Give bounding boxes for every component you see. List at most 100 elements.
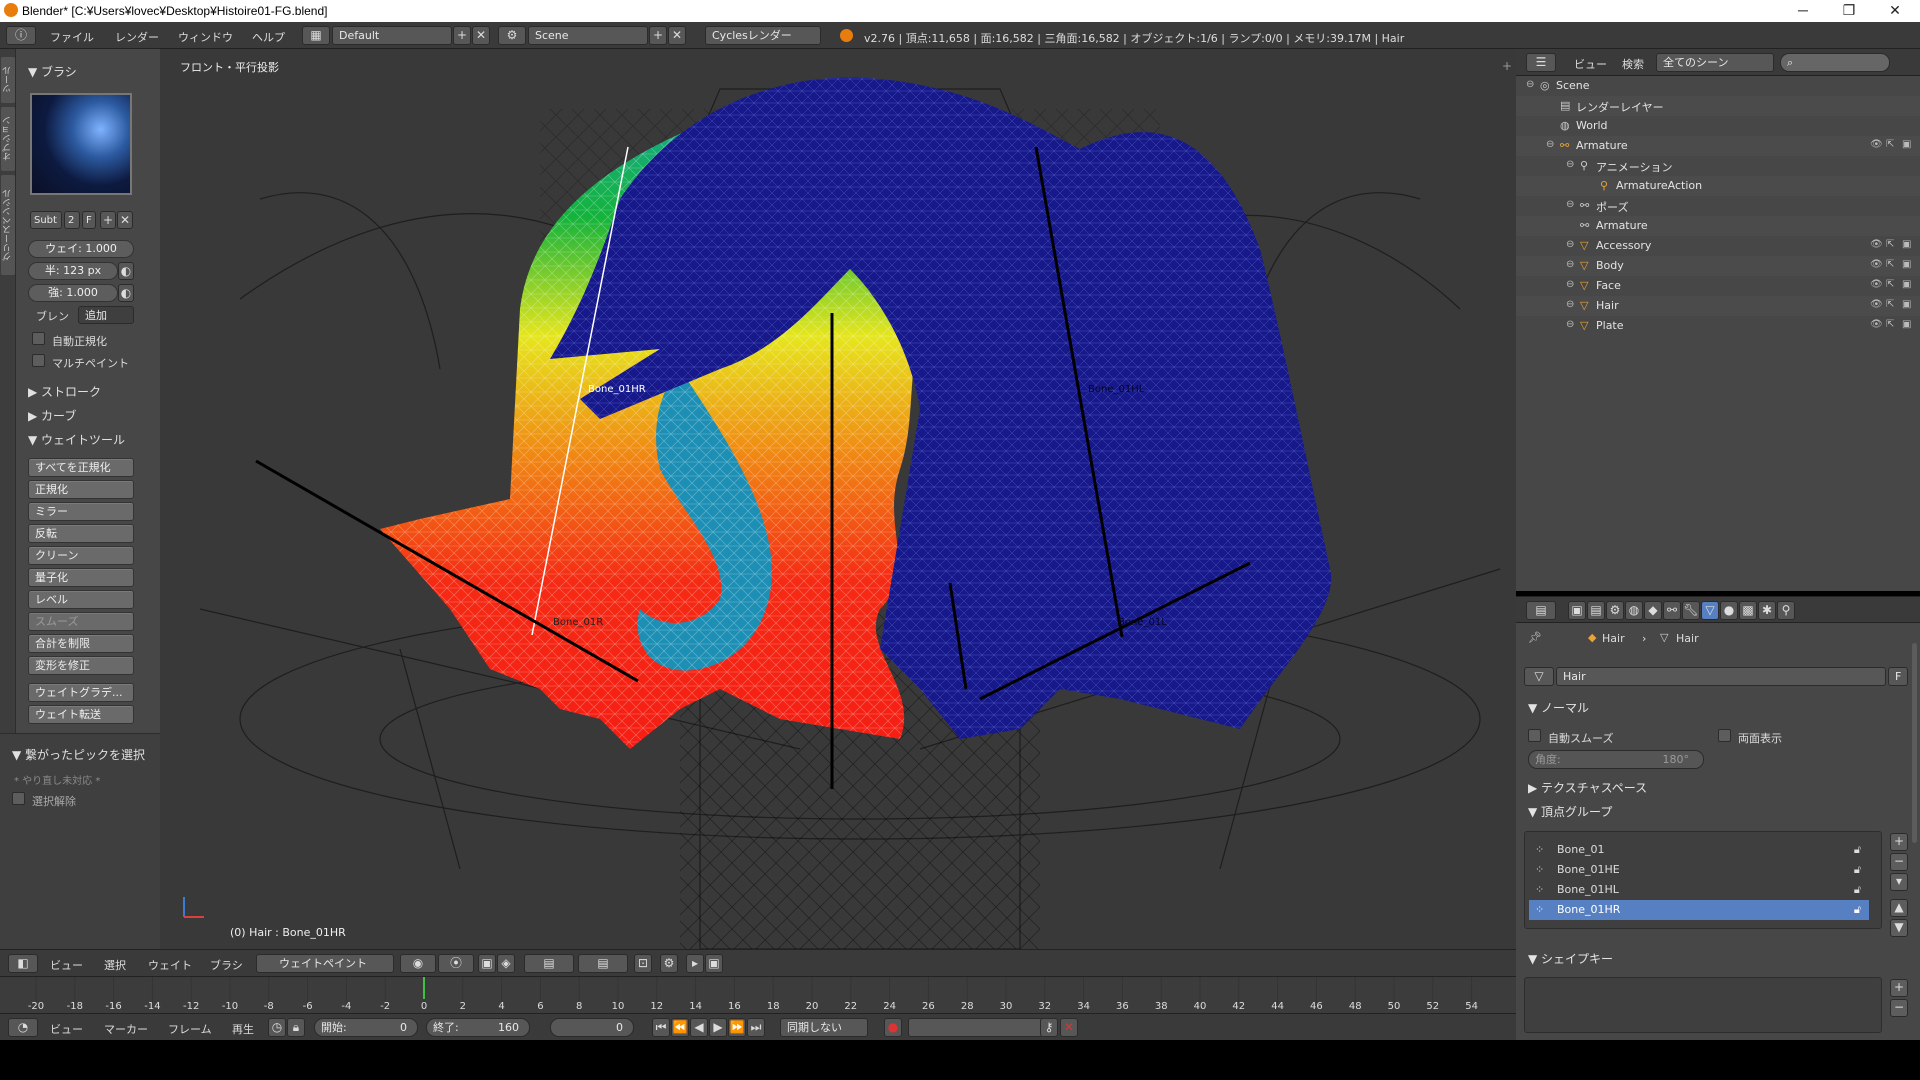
tab-render-icon[interactable]: ▣: [1568, 601, 1586, 620]
outliner-item[interactable]: ⊖ ⚯ Armature 👁︎ ⇱ ▣: [1516, 136, 1920, 156]
vertex-groups-header[interactable]: ▼ 頂点グループ: [1528, 803, 1612, 820]
layout-select[interactable]: Default: [332, 26, 452, 45]
tab-data-icon[interactable]: ▽: [1701, 601, 1719, 620]
renderability-icon[interactable]: ▣: [1902, 319, 1911, 330]
angle-field[interactable]: 角度: 180°: [1528, 750, 1704, 769]
weight-tool-button[interactable]: 変形を修正: [28, 656, 134, 675]
tl-menu-view[interactable]: ビュー: [50, 1021, 83, 1037]
face-mask-icon[interactable]: ▣: [478, 954, 496, 973]
selectability-icon[interactable]: ⇱: [1886, 299, 1894, 310]
interaction-mode-select[interactable]: ウェイトペイント: [256, 954, 394, 973]
lock-icon[interactable]: 🔓︎: [1854, 840, 1861, 860]
3d-viewport[interactable]: Bone_01HR Bone_01R Bone_01HL Bone_01L フロ…: [160, 49, 1516, 949]
vertex-group-name[interactable]: Bone_01HR: [1557, 903, 1620, 916]
selectability-icon[interactable]: ⇱: [1886, 139, 1894, 150]
vertex-group-item[interactable]: ⁘ Bone_01HE 🔓︎: [1529, 860, 1869, 880]
weight-tool-button[interactable]: すべてを正規化: [28, 458, 134, 477]
delete-keyframe-icon[interactable]: ✕: [1060, 1018, 1078, 1037]
expand-toggle-icon[interactable]: ⊖: [1566, 279, 1574, 290]
weight-tool-button[interactable]: ミラー: [28, 502, 134, 521]
expand-toggle-icon[interactable]: ⊖: [1566, 319, 1574, 330]
remove-scene-icon[interactable]: ✕: [668, 26, 686, 45]
properties-editor-icon[interactable]: ▤: [1526, 601, 1556, 620]
outliner-item[interactable]: ⊖ ▽ Face 👁︎ ⇱ ▣: [1516, 276, 1920, 296]
visibility-icon[interactable]: 👁︎: [1870, 299, 1883, 310]
outliner-item-name[interactable]: Face: [1596, 279, 1621, 292]
selectability-icon[interactable]: ⇱: [1886, 319, 1894, 330]
pin-icon[interactable]: 📌︎: [1528, 631, 1542, 644]
tl-menu-frame[interactable]: フレーム: [168, 1021, 212, 1037]
renderability-icon[interactable]: ▣: [1902, 279, 1911, 290]
add-layout-icon[interactable]: +: [453, 26, 471, 45]
tab-tools[interactable]: ツール: [1, 57, 15, 103]
camera-icon[interactable]: ▸: [686, 954, 704, 973]
vertex-group-name[interactable]: Bone_01HL: [1557, 883, 1619, 896]
vertex-group-specials-button[interactable]: ▾: [1890, 873, 1908, 891]
outliner-filter-select[interactable]: 全てのシーン: [1656, 53, 1774, 72]
weight-tool-button[interactable]: ウェイトグラデ...: [28, 683, 134, 702]
expand-toggle-icon[interactable]: ⊖: [1566, 259, 1574, 270]
expand-toggle-icon[interactable]: ⊖: [1546, 139, 1554, 150]
visibility-icon[interactable]: 👁︎: [1870, 259, 1883, 270]
blend-mode-select[interactable]: 追加: [78, 306, 134, 324]
current-frame-field[interactable]: 0: [550, 1018, 634, 1037]
vertex-group-item[interactable]: ⁘ Bone_01 🔓︎: [1529, 840, 1869, 860]
shape-keys-header[interactable]: ▼ シェイプキー: [1528, 950, 1613, 967]
tab-physics-icon[interactable]: ⚲: [1777, 601, 1795, 620]
menu-render[interactable]: レンダー: [115, 29, 159, 45]
record-icon[interactable]: ●: [884, 1018, 902, 1037]
tab-scene-icon[interactable]: ⚙: [1606, 601, 1624, 620]
properties-scrollbar[interactable]: [1912, 643, 1917, 843]
render-engine-select[interactable]: Cyclesレンダー: [705, 26, 821, 45]
tab-layers-icon[interactable]: ▤: [1587, 601, 1605, 620]
timeline-editor-icon[interactable]: ◔: [8, 1018, 38, 1037]
remove-layout-icon[interactable]: ✕: [472, 26, 490, 45]
outliner-item[interactable]: ⊖ ▽ Accessory 👁︎ ⇱ ▣: [1516, 236, 1920, 256]
weight-tool-button[interactable]: スムーズ: [28, 612, 134, 631]
layers-left-icon[interactable]: ▤: [524, 954, 574, 973]
vertex-group-name[interactable]: Bone_01: [1557, 843, 1605, 856]
outliner-item-name[interactable]: Body: [1596, 259, 1624, 272]
lock-icon[interactable]: 🔓︎: [1854, 860, 1861, 880]
viewport-editor-icon[interactable]: ◧: [8, 954, 38, 973]
selectability-icon[interactable]: ⇱: [1886, 239, 1894, 250]
outliner-item-name[interactable]: Armature: [1576, 139, 1628, 152]
expand-toggle-icon[interactable]: ⊖: [1566, 239, 1574, 250]
add-vertex-group-button[interactable]: +: [1890, 833, 1908, 851]
outliner-item[interactable]: ▤ レンダーレイヤー: [1516, 96, 1920, 116]
outliner-item[interactable]: ⊖ ▽ Body 👁︎ ⇱ ▣: [1516, 256, 1920, 276]
outliner-item-name[interactable]: レンダーレイヤー: [1576, 99, 1664, 115]
outliner-item-name[interactable]: Plate: [1596, 319, 1624, 332]
mesh-browse-icon[interactable]: ▽: [1524, 667, 1554, 686]
close-button[interactable]: ✕: [1872, 0, 1918, 22]
brush-preview[interactable]: [30, 93, 132, 195]
next-keyframe-icon[interactable]: ⏩: [728, 1018, 746, 1037]
weight-tools-header[interactable]: ▼ ウェイトツール: [28, 431, 125, 448]
outliner-item-name[interactable]: Armature: [1596, 219, 1648, 232]
multi-paint-checkbox[interactable]: [32, 354, 45, 367]
outliner-item-name[interactable]: Hair: [1596, 299, 1619, 312]
outliner-item[interactable]: ⊖ ⚯ ポーズ: [1516, 196, 1920, 216]
double-sided-checkbox[interactable]: [1718, 729, 1731, 742]
end-frame-field[interactable]: 終了: 160: [426, 1018, 530, 1037]
vertex-mask-icon[interactable]: ◈: [497, 954, 515, 973]
weight-tool-button[interactable]: 量子化: [28, 568, 134, 587]
lock-icon[interactable]: 🔓︎: [1854, 880, 1861, 900]
tab-modifiers-icon[interactable]: 🔧︎: [1682, 601, 1700, 620]
play-reverse-icon[interactable]: ◀: [690, 1018, 708, 1037]
outliner-item[interactable]: ◍ World: [1516, 116, 1920, 136]
remove-vertex-group-button[interactable]: −: [1890, 853, 1908, 871]
screen-layout-icon[interactable]: ▦: [302, 26, 330, 45]
expand-toggle-icon[interactable]: ⊖: [1566, 199, 1574, 210]
remove-shape-key-button[interactable]: −: [1890, 999, 1908, 1017]
auto-smooth-checkbox[interactable]: [1528, 729, 1541, 742]
sync-mode-select[interactable]: 同期しない: [780, 1018, 868, 1037]
render-icon[interactable]: ⚙: [660, 954, 678, 973]
timeline-ruler[interactable]: -20 -18 -16 -14 -12 -10 -8 -6 -4 -2 0 2 4 6 8 10 12 14 16 1…: [0, 977, 1516, 1014]
outliner-item-name[interactable]: Accessory: [1596, 239, 1651, 252]
brush-fake-user[interactable]: F: [82, 211, 96, 229]
lock-icon[interactable]: 🔓︎: [1854, 900, 1861, 920]
tab-texture-icon[interactable]: ▩: [1739, 601, 1757, 620]
tab-world-icon[interactable]: ◍: [1625, 601, 1643, 620]
mesh-fake-user[interactable]: F: [1888, 667, 1908, 686]
